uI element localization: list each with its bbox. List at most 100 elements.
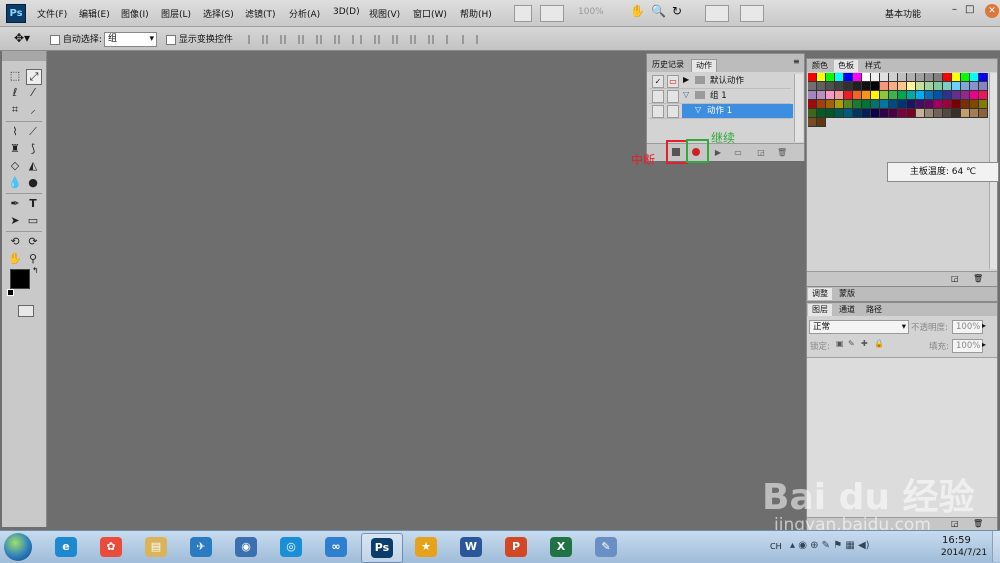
color-swatch[interactable] [835, 82, 844, 91]
color-swatch[interactable] [916, 91, 925, 100]
panel-menu-icon[interactable]: ≡ [793, 57, 800, 66]
color-swatch[interactable] [853, 82, 862, 91]
toggle-item-checkbox[interactable]: ✓ [652, 75, 664, 88]
color-swatch[interactable] [826, 91, 835, 100]
color-swatch[interactable] [952, 109, 961, 118]
color-swatch[interactable] [817, 109, 826, 118]
tab-paths[interactable]: 路径 [862, 304, 886, 316]
action-row-action[interactable]: ▽ 动作 1 [649, 104, 793, 119]
color-swatch[interactable] [952, 73, 961, 82]
color-swatch[interactable] [898, 109, 907, 118]
color-swatch[interactable] [979, 100, 988, 109]
color-swatch[interactable] [943, 73, 952, 82]
color-swatch[interactable] [952, 91, 961, 100]
color-swatch[interactable] [853, 91, 862, 100]
color-swatch[interactable] [808, 118, 817, 127]
taskbar-app-ie[interactable]: e [46, 533, 86, 561]
expand-arrow-icon[interactable]: ▶ [683, 75, 689, 84]
taskbar-app-bird[interactable]: ✈ [181, 533, 221, 561]
color-swatch[interactable] [925, 100, 934, 109]
color-swatch[interactable] [961, 73, 970, 82]
3d-rotate-icon[interactable]: ⟲ [8, 235, 22, 249]
zoom-tool-icon[interactable]: 🔍 [651, 4, 666, 18]
color-swatch[interactable] [898, 100, 907, 109]
view-extras-icon[interactable] [540, 5, 564, 22]
zoom-level[interactable]: 100% [578, 7, 604, 17]
lock-transparency-icon[interactable]: ▣ [836, 339, 844, 348]
taskbar-app-photoshop[interactable]: Ps [361, 533, 403, 563]
quick-mask-icon[interactable] [18, 305, 34, 317]
action-row-default-set[interactable]: ✓ ▭ ▶ 默认动作 [649, 74, 791, 89]
taskbar-app-explorer[interactable]: ▤ [136, 533, 176, 561]
color-swatch[interactable] [844, 82, 853, 91]
auto-align-icon[interactable] [462, 35, 478, 44]
show-desktop-button[interactable] [992, 531, 1000, 562]
color-swatch[interactable] [979, 73, 988, 82]
window-controls[interactable]: –□ [952, 4, 982, 15]
align-left-icon[interactable] [302, 35, 318, 44]
distribute-vcenter-icon[interactable] [378, 35, 394, 44]
color-swatch[interactable] [907, 82, 916, 91]
blur-tool-icon[interactable]: 💧 [8, 176, 22, 190]
color-swatch[interactable] [826, 100, 835, 109]
show-transform-toggle[interactable]: 显示变换控件 [166, 32, 233, 45]
eyedropper-tool-icon[interactable]: ⸝ [26, 103, 40, 117]
play-selection-button[interactable]: ▶ [713, 148, 723, 157]
color-swatch[interactable] [970, 109, 979, 118]
color-swatch[interactable] [889, 100, 898, 109]
color-swatch[interactable] [871, 91, 880, 100]
start-button[interactable] [4, 533, 32, 561]
color-swatch[interactable] [961, 91, 970, 100]
rotate-view-icon[interactable]: ↻ [672, 4, 682, 18]
distribute-left-icon[interactable] [414, 35, 430, 44]
color-swatch[interactable] [826, 109, 835, 118]
tab-masks[interactable]: 蒙版 [835, 288, 859, 300]
taskbar-app-powerpoint[interactable]: P [496, 533, 536, 561]
hand-tool-icon[interactable]: ✋ [630, 4, 645, 18]
foreground-color-swatch[interactable] [10, 269, 30, 289]
color-swatch[interactable] [925, 73, 934, 82]
color-swatch[interactable] [898, 82, 907, 91]
expand-arrow-icon[interactable]: ▽ [683, 90, 689, 99]
color-swatch[interactable] [826, 82, 835, 91]
tab-history[interactable]: 历史记录 [648, 59, 688, 71]
zoom-tool-icon[interactable]: ⚲ [26, 252, 40, 266]
color-swatch[interactable] [916, 73, 925, 82]
color-swatch[interactable] [844, 100, 853, 109]
color-swatch[interactable] [970, 91, 979, 100]
color-swatch[interactable] [835, 91, 844, 100]
quick-selection-icon[interactable]: ⁄ [26, 86, 40, 100]
hand-tool-icon[interactable]: ✋ [8, 252, 22, 266]
tab-channels[interactable]: 通道 [835, 304, 859, 316]
color-swatch[interactable] [961, 100, 970, 109]
opacity-slider-arrow-icon[interactable]: ▸ [982, 321, 986, 330]
color-swatch[interactable] [943, 91, 952, 100]
color-swatch[interactable] [835, 73, 844, 82]
color-swatch[interactable] [871, 82, 880, 91]
align-hcenter-icon[interactable] [320, 35, 336, 44]
eraser-tool-icon[interactable]: ◇ [8, 159, 22, 173]
color-swatch[interactable] [952, 100, 961, 109]
taskbar-app-excel[interactable]: X [541, 533, 581, 561]
color-swatch[interactable] [907, 73, 916, 82]
color-swatch[interactable] [808, 100, 817, 109]
swap-colors-icon[interactable]: ↰ [32, 266, 39, 275]
color-swatch[interactable] [925, 82, 934, 91]
3d-orbit-icon[interactable]: ⟳ [26, 235, 40, 249]
color-swatch[interactable] [880, 82, 889, 91]
color-swatch[interactable] [934, 82, 943, 91]
color-swatch[interactable] [907, 100, 916, 109]
color-swatch[interactable] [844, 73, 853, 82]
color-swatch[interactable] [889, 91, 898, 100]
color-swatch[interactable] [970, 100, 979, 109]
tab-layers[interactable]: 图层 [808, 304, 832, 316]
color-swatch[interactable] [979, 82, 988, 91]
color-swatch[interactable] [817, 91, 826, 100]
toggle-item-checkbox[interactable] [652, 105, 664, 118]
color-swatch[interactable] [961, 109, 970, 118]
color-swatch[interactable] [979, 109, 988, 118]
paint-bucket-icon[interactable]: ◭ [26, 159, 40, 173]
bridge-icon[interactable] [514, 5, 532, 22]
screen-mode-icon[interactable] [740, 5, 764, 22]
distribute-bottom-icon[interactable] [396, 35, 412, 44]
